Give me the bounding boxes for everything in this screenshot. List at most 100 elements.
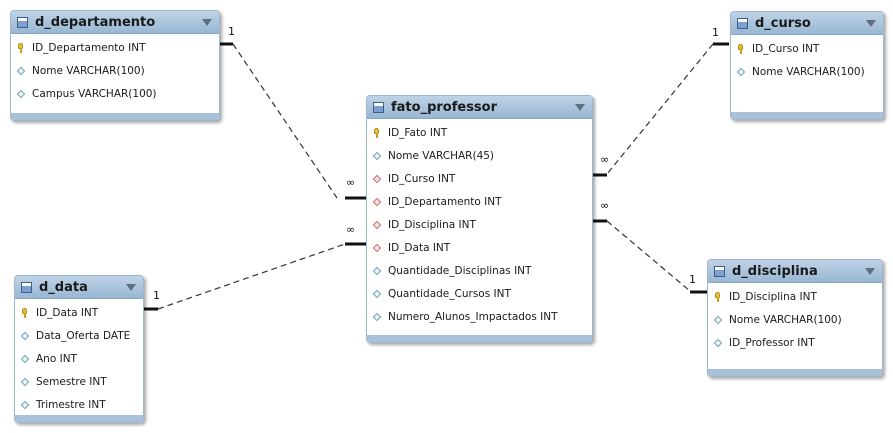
table-header[interactable]: d_data xyxy=(15,276,143,299)
column-label: Nome VARCHAR(100) xyxy=(729,313,842,326)
column-label: ID_Departamento INT xyxy=(388,195,502,208)
table-header[interactable]: d_curso xyxy=(731,12,883,35)
column-label: Numero_Alunos_Impactados INT xyxy=(388,310,558,323)
column-label: Nome VARCHAR(45) xyxy=(388,149,495,162)
attribute-diamond-icon xyxy=(20,377,30,387)
column-row[interactable]: ID_Curso INT xyxy=(367,167,592,190)
column-label: ID_Departamento INT xyxy=(32,41,146,54)
rel-disciplina-line xyxy=(606,220,691,292)
table-d-departamento[interactable]: d_departamento ID_Departamento INT Nome … xyxy=(10,10,220,121)
column-row[interactable]: Data_Oferta DATE xyxy=(15,324,143,347)
table-title: d_departamento xyxy=(35,14,156,30)
key-icon xyxy=(713,291,723,302)
column-label: Ano INT xyxy=(36,352,77,365)
column-label: ID_Disciplina INT xyxy=(388,218,476,231)
column-label: Trimestre INT xyxy=(36,398,106,411)
column-label: Nome VARCHAR(100) xyxy=(752,65,865,78)
er-diagram-canvas: 1 ∞ 1 ∞ 1 ∞ ∞ 1 d_departamento ID_Depart… xyxy=(0,0,893,433)
table-icon xyxy=(21,281,32,293)
column-label: ID_Curso INT xyxy=(752,42,820,55)
cardinality-many-data: ∞ xyxy=(346,223,356,236)
column-label: Nome VARCHAR(100) xyxy=(32,64,145,77)
column-row[interactable]: ID_Departamento INT xyxy=(11,36,219,59)
column-row[interactable]: Nome VARCHAR(45) xyxy=(367,144,592,167)
table-header[interactable]: fato_professor xyxy=(367,96,592,119)
attribute-diamond-icon xyxy=(372,289,382,299)
column-row[interactable]: Nome VARCHAR(100) xyxy=(708,308,882,331)
cardinality-one-curso: 1 xyxy=(712,26,719,39)
attribute-diamond-icon xyxy=(20,331,30,341)
relationship-departamento[interactable] xyxy=(219,42,366,200)
table-title: fato_professor xyxy=(391,99,498,115)
attribute-diamond-icon xyxy=(372,151,382,161)
column-label: ID_Professor INT xyxy=(729,336,815,349)
column-list: ID_Curso INT Nome VARCHAR(100) xyxy=(731,35,883,83)
chevron-down-icon[interactable] xyxy=(865,268,875,275)
column-label: Quantidade_Cursos INT xyxy=(388,287,511,300)
column-list: ID_Disciplina INT Nome VARCHAR(100) ID_P… xyxy=(708,283,882,354)
chevron-down-icon[interactable] xyxy=(202,19,212,26)
table-icon xyxy=(373,101,384,113)
table-icon xyxy=(714,265,725,277)
table-header[interactable]: d_disciplina xyxy=(708,260,882,283)
table-d-curso[interactable]: d_curso ID_Curso INT Nome VARCHAR(100) xyxy=(730,11,884,120)
column-row[interactable]: Quantidade_Disciplinas INT xyxy=(367,259,592,282)
column-row[interactable]: Campus VARCHAR(100) xyxy=(11,82,219,105)
column-row[interactable]: Trimestre INT xyxy=(15,393,143,416)
cardinality-many-disciplina: ∞ xyxy=(600,199,610,212)
key-icon xyxy=(736,43,746,54)
column-row[interactable]: ID_Data INT xyxy=(15,301,143,324)
column-row[interactable]: ID_Departamento INT xyxy=(367,190,592,213)
cardinality-many-curso: ∞ xyxy=(600,153,610,166)
cardinality-one-disciplina: 1 xyxy=(689,273,696,286)
relationship-data[interactable] xyxy=(143,242,366,311)
column-label: Semestre INT xyxy=(36,375,107,388)
column-label: ID_Data INT xyxy=(388,241,451,254)
column-row[interactable]: Quantidade_Cursos INT xyxy=(367,282,592,305)
chevron-down-icon[interactable] xyxy=(866,20,876,27)
attribute-diamond-icon xyxy=(713,338,723,348)
key-icon xyxy=(372,127,382,138)
column-list: ID_Fato INT Nome VARCHAR(45) ID_Curso IN… xyxy=(367,119,592,328)
table-icon xyxy=(737,17,748,29)
column-label: ID_Data INT xyxy=(36,306,99,319)
column-list: ID_Data INT Data_Oferta DATE Ano INT Sem… xyxy=(15,299,143,416)
attribute-diamond-icon xyxy=(372,312,382,322)
rel-curso-line xyxy=(606,43,714,175)
column-row[interactable]: Ano INT xyxy=(15,347,143,370)
column-label: ID_Fato INT xyxy=(388,126,448,139)
column-label: Quantidade_Disciplinas INT xyxy=(388,264,532,277)
column-row[interactable]: ID_Disciplina INT xyxy=(708,285,882,308)
column-row[interactable]: Semestre INT xyxy=(15,370,143,393)
attribute-diamond-icon xyxy=(20,400,30,410)
foreign-key-diamond-icon xyxy=(372,174,382,184)
table-footer xyxy=(367,335,592,342)
table-fato-professor[interactable]: fato_professor ID_Fato INT Nome VARCHAR(… xyxy=(366,95,593,343)
column-row[interactable]: ID_Fato INT xyxy=(367,121,592,144)
column-row[interactable]: ID_Curso INT xyxy=(731,37,883,60)
cardinality-many-departamento: ∞ xyxy=(346,176,356,189)
column-row[interactable]: ID_Data INT xyxy=(367,236,592,259)
chevron-down-icon[interactable] xyxy=(126,284,136,291)
foreign-key-diamond-icon xyxy=(372,243,382,253)
table-title: d_data xyxy=(39,279,88,295)
chevron-down-icon[interactable] xyxy=(575,104,585,111)
column-label: ID_Disciplina INT xyxy=(729,290,817,303)
table-d-data[interactable]: d_data ID_Data INT Data_Oferta DATE Ano … xyxy=(14,275,144,423)
attribute-diamond-icon xyxy=(16,89,26,99)
column-label: Data_Oferta DATE xyxy=(36,329,131,342)
table-header[interactable]: d_departamento xyxy=(11,11,219,34)
column-row[interactable]: Numero_Alunos_Impactados INT xyxy=(367,305,592,328)
table-icon xyxy=(17,16,28,28)
column-row[interactable]: Nome VARCHAR(100) xyxy=(11,59,219,82)
attribute-diamond-icon xyxy=(20,354,30,364)
rel-departamento-line xyxy=(232,43,338,199)
cardinality-one-departamento: 1 xyxy=(228,25,235,38)
attribute-diamond-icon xyxy=(372,266,382,276)
table-d-disciplina[interactable]: d_disciplina ID_Disciplina INT Nome VARC… xyxy=(707,259,883,377)
column-row[interactable]: Nome VARCHAR(100) xyxy=(731,60,883,83)
foreign-key-diamond-icon xyxy=(372,220,382,230)
relationship-curso[interactable] xyxy=(592,42,729,177)
column-row[interactable]: ID_Disciplina INT xyxy=(367,213,592,236)
column-row[interactable]: ID_Professor INT xyxy=(708,331,882,354)
